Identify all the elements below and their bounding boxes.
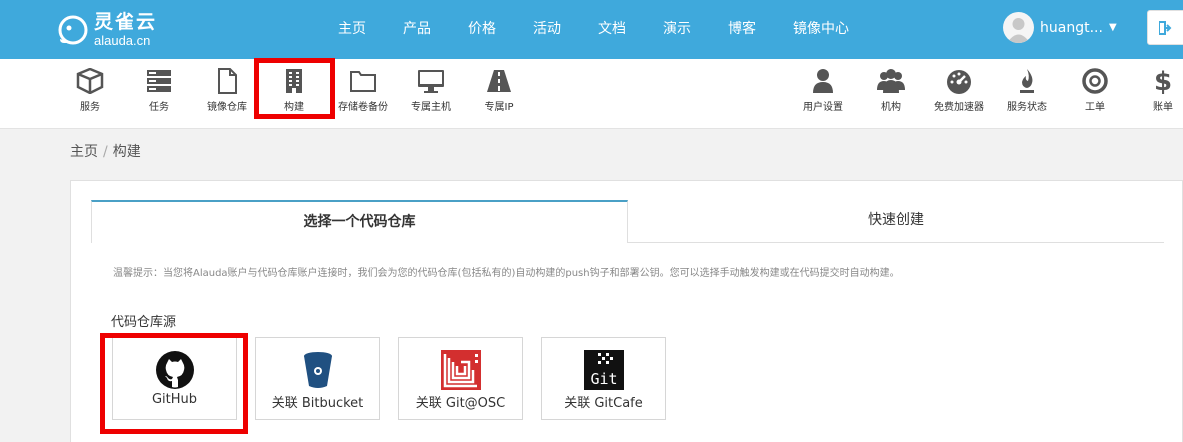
chevron-down-icon: ▼ [1108,22,1117,33]
breadcrumb-current: 构建 [112,144,141,160]
user-menu[interactable]: huangt... ▼ [1003,12,1117,43]
breadcrumb-separator: / [103,144,108,160]
user-icon [813,69,833,93]
sign-out-icon [1159,21,1172,35]
tool-organization-label: 机构 [881,102,901,113]
nav-home[interactable]: 主页 [338,0,366,59]
tool-image-repo-label: 镜像仓库 [207,102,247,113]
logo-cn-text: 灵雀云 [94,11,158,33]
repo-gitcafe-label: 关联 GitCafe [564,396,643,411]
tool-dedicated-ip-label: 专属IP [484,102,514,113]
nav-pricing[interactable]: 价格 [468,0,496,59]
logo-en-text: alauda.cn [94,33,151,48]
users-icon [877,69,905,93]
server-list-icon [147,70,171,92]
tool-tasks[interactable]: 任务 [124,59,194,129]
dollar-icon: $ [1154,68,1172,94]
section-title: 代码仓库源 [111,315,177,330]
repo-git-osc[interactable]: 关联 Git@OSC [398,337,523,420]
tool-user-settings[interactable]: 用户设置 [788,59,858,129]
tool-volume-backup[interactable]: 存储卷备份 [328,59,398,129]
nav-events[interactable]: 活动 [533,0,561,59]
tool-ticket-label: 工单 [1085,102,1105,113]
monitor-icon [418,70,444,93]
tool-ticket[interactable]: 工单 [1060,59,1130,129]
main-nav: 主页 产品 价格 活动 文档 演示 博客 镜像中心 [338,0,886,59]
alauda-logo[interactable]: 灵雀云 alauda.cn [58,10,178,50]
tool-volume-backup-label: 存储卷备份 [338,102,388,113]
git-osc-icon [440,350,481,390]
function-toolbar: 服务 任务 镜像仓库 构建 存储卷备份 专属主机 专属IP 用户设置 机构 免费… [0,58,1183,129]
nav-demo[interactable]: 演示 [663,0,691,59]
dashboard-icon [947,70,971,94]
lifebuoy-icon [1082,68,1108,94]
username: huangt... [1040,19,1103,36]
nav-blog[interactable]: 博客 [728,0,756,59]
top-navbar: 灵雀云 alauda.cn 主页 产品 价格 活动 文档 演示 博客 镜像中心 … [0,0,1183,59]
cube-icon [76,68,104,94]
tool-dedicated-host-label: 专属主机 [411,102,451,113]
avatar [1003,12,1034,43]
main-panel: 选择一个代码仓库 快速创建 温馨提示：当您将Alauda账户与代码仓库账户连接时… [70,180,1183,442]
tool-dedicated-host[interactable]: 专属主机 [396,59,466,129]
hint-text: 温馨提示：当您将Alauda账户与代码仓库账户连接时，我们会为您的代码仓库(包括… [113,268,900,279]
tab-select-repo[interactable]: 选择一个代码仓库 [91,200,628,243]
bitbucket-icon [303,352,332,388]
tool-organization[interactable]: 机构 [856,59,926,129]
tool-user-settings-label: 用户设置 [803,102,843,113]
tool-service-status-label: 服务状态 [1007,102,1047,113]
fire-icon [1020,69,1034,93]
tool-dedicated-ip[interactable]: 专属IP [464,59,534,129]
tool-service[interactable]: 服务 [55,59,125,129]
nav-docs[interactable]: 文档 [598,0,626,59]
repo-gitcafe[interactable]: Git 关联 GitCafe [541,337,666,420]
tool-free-accelerator[interactable]: 免费加速器 [924,59,994,129]
alauda-logo-icon [58,15,88,45]
tool-billing-label: 账单 [1153,102,1173,113]
svg-text:Git: Git [590,370,617,388]
tool-tasks-label: 任务 [149,102,169,113]
file-icon [218,68,237,94]
breadcrumb: 主页 / 构建 [70,141,141,161]
tool-billing[interactable]: $ 账单 [1128,59,1183,129]
build-highlight-box [254,58,335,119]
repo-bitbucket[interactable]: 关联 Bitbucket [255,337,380,420]
breadcrumb-home[interactable]: 主页 [70,144,98,160]
road-icon [487,70,511,92]
tool-free-accelerator-label: 免费加速器 [934,102,984,113]
gitcafe-icon: Git [583,350,624,390]
tab-quick-create[interactable]: 快速创建 [628,200,1164,243]
tool-image-repo[interactable]: 镜像仓库 [192,59,262,129]
repo-bitbucket-label: 关联 Bitbucket [271,396,364,411]
tool-service-status[interactable]: 服务状态 [992,59,1062,129]
nav-products[interactable]: 产品 [403,0,431,59]
nav-image-center[interactable]: 镜像中心 [793,0,849,59]
logout-button[interactable] [1147,10,1183,45]
tool-service-label: 服务 [80,102,100,113]
folder-icon [350,71,376,92]
svg-text:$: $ [1154,68,1172,94]
github-highlight-box [100,333,248,434]
repo-git-osc-label: 关联 Git@OSC [415,396,506,411]
